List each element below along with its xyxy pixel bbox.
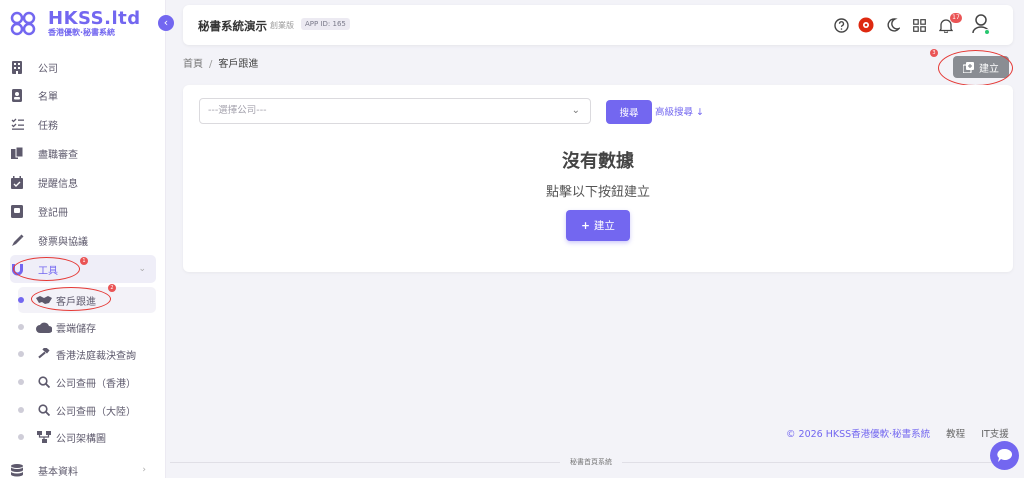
dot-icon: [18, 407, 24, 413]
annotation-circle: [938, 50, 1013, 86]
advanced-search-label: 高級搜尋: [655, 107, 694, 118]
advanced-search-link[interactable]: 高級搜尋 ↓: [655, 104, 704, 118]
sidebar-item-due-diligence[interactable]: 盡職審查: [10, 139, 156, 167]
brand-title: HKSS.ltd: [48, 8, 141, 29]
active-dot-icon: [18, 297, 24, 303]
plus-icon: +: [581, 219, 590, 232]
company-select-placeholder: ---選擇公司---: [208, 105, 267, 116]
brand-logo[interactable]: HKSS.ltd 香港優軟·秘書系統: [8, 10, 141, 38]
database-icon: [10, 463, 24, 477]
app-name: 秘書系統演示: [198, 19, 267, 33]
register-book-icon: [10, 204, 24, 218]
footer-copyright[interactable]: © 2026 HKSS香港優軟·秘書系統: [786, 426, 930, 440]
sidebar-item-invoices[interactable]: 發票與協議: [10, 226, 156, 254]
sidebar-item-label: 基本資料: [38, 466, 78, 478]
breadcrumb-home-link[interactable]: 首頁: [183, 59, 203, 70]
app-id-badge: APP ID: 165: [301, 18, 350, 30]
dark-mode-moon-icon[interactable]: [885, 17, 901, 33]
notification-count-badge: 17: [950, 13, 962, 23]
sidebar: HKSS.ltd 香港優軟·秘書系統 公司 名單 任務 盡職審查 提醒信息 登記…: [0, 0, 166, 478]
search-button[interactable]: 搜尋: [606, 100, 652, 124]
language-hk-flag-icon[interactable]: [858, 17, 874, 33]
sidebar-subitem-cloud-storage[interactable]: 雲端儲存: [18, 314, 156, 340]
chat-support-button[interactable]: [990, 441, 1019, 470]
sidebar-item-label: 提醒信息: [38, 178, 78, 190]
help-icon[interactable]: [833, 17, 849, 33]
gavel-icon: [36, 348, 52, 360]
top-header: 秘書系統演示 創業版 APP ID: 165 17: [183, 5, 1013, 45]
cloud-icon: [36, 321, 52, 333]
sidebar-collapse-button[interactable]: ‹: [158, 15, 174, 31]
breadcrumb-current: 客戶跟進: [218, 59, 259, 70]
sidebar-item-roster[interactable]: 名單: [10, 81, 156, 109]
documents-icon: [10, 146, 24, 160]
logo-mark-icon: [8, 10, 42, 38]
sidebar-item-label: 公司: [38, 63, 58, 75]
sidebar-item-basic-info[interactable]: 基本資料 ›: [10, 456, 156, 478]
contact-card-icon: [10, 88, 24, 102]
annotation-circle: [31, 287, 111, 311]
dot-icon: [18, 324, 24, 330]
sidebar-item-label: 名單: [38, 91, 58, 103]
breadcrumb: 首頁 / 客戶跟進: [183, 55, 258, 70]
apps-grid-icon[interactable]: [911, 17, 927, 33]
sidebar-subitem-company-search-hk[interactable]: 公司查冊（香港）: [18, 369, 156, 395]
chat-bubble-icon: [996, 448, 1012, 462]
chevron-right-icon: ›: [142, 465, 146, 475]
footer: © 2026 HKSS香港優軟·秘書系統 教程 IT支援: [786, 426, 1009, 440]
sidebar-subitem-label: 公司架構圖: [56, 433, 106, 445]
search-icon: [36, 376, 52, 388]
sidebar-item-label: 任務: [38, 120, 58, 132]
sidebar-item-label: 登記冊: [38, 207, 68, 219]
sidebar-subitem-label: 公司查冊（香港）: [56, 378, 136, 390]
org-chart-icon: [36, 431, 52, 443]
chevron-down-icon: ⌄: [571, 105, 580, 116]
task-list-icon: [10, 117, 24, 131]
edition-label: 創業版: [270, 21, 294, 30]
annotation-badge-3: 3: [930, 49, 938, 57]
annotation-badge-2: 2: [108, 284, 116, 292]
create-button-label: 建立: [593, 220, 615, 232]
arrow-down-icon: ↓: [696, 107, 705, 118]
sidebar-item-company[interactable]: 公司: [10, 53, 156, 81]
user-avatar-icon[interactable]: [971, 13, 991, 35]
sidebar-item-label: 盡職審查: [38, 149, 78, 161]
sidebar-subitem-company-search-cn[interactable]: 公司查冊（大陸）: [18, 397, 156, 423]
sidebar-item-label: 發票與協議: [38, 236, 88, 248]
footer-tutorial-link[interactable]: 教程: [946, 426, 965, 440]
empty-state-title: 沒有數據: [562, 151, 634, 172]
content-card: ---選擇公司--- ⌄ 搜尋 高級搜尋 ↓ 沒有數據 點擊以下按鈕建立 + 建…: [183, 85, 1013, 272]
company-select[interactable]: ---選擇公司--- ⌄: [199, 98, 591, 124]
footer-support-link[interactable]: IT支援: [981, 426, 1009, 440]
sidebar-subitem-court-rulings[interactable]: 香港法庭裁決查詢: [18, 341, 156, 367]
breadcrumb-separator: /: [209, 59, 213, 70]
annotation-badge-1: 1: [80, 257, 88, 265]
sidebar-item-tasks[interactable]: 任務: [10, 110, 156, 138]
annotation-circle: [13, 257, 80, 281]
create-button[interactable]: + 建立: [566, 210, 630, 241]
sidebar-subitem-label: 雲端儲存: [56, 323, 96, 335]
sidebar-subitem-label: 香港法庭裁決查詢: [56, 350, 136, 362]
dot-icon: [18, 351, 24, 357]
sidebar-item-register[interactable]: 登記冊: [10, 197, 156, 225]
search-icon: [36, 404, 52, 416]
chevron-down-icon: ⌄: [138, 264, 146, 274]
calendar-check-icon: [10, 175, 24, 189]
pen-icon: [10, 233, 24, 247]
bottom-caption: 秘書首頁系統: [560, 457, 622, 467]
dot-icon: [18, 434, 24, 440]
sidebar-subitem-label: 公司查冊（大陸）: [56, 406, 136, 418]
sidebar-item-reminders[interactable]: 提醒信息: [10, 168, 156, 196]
sidebar-subitem-org-chart[interactable]: 公司架構圖: [18, 424, 156, 450]
dot-icon: [18, 379, 24, 385]
empty-state-subtitle: 點擊以下按鈕建立: [545, 185, 650, 200]
brand-subtitle: 香港優軟·秘書系統: [48, 28, 116, 37]
building-icon: [10, 60, 24, 74]
